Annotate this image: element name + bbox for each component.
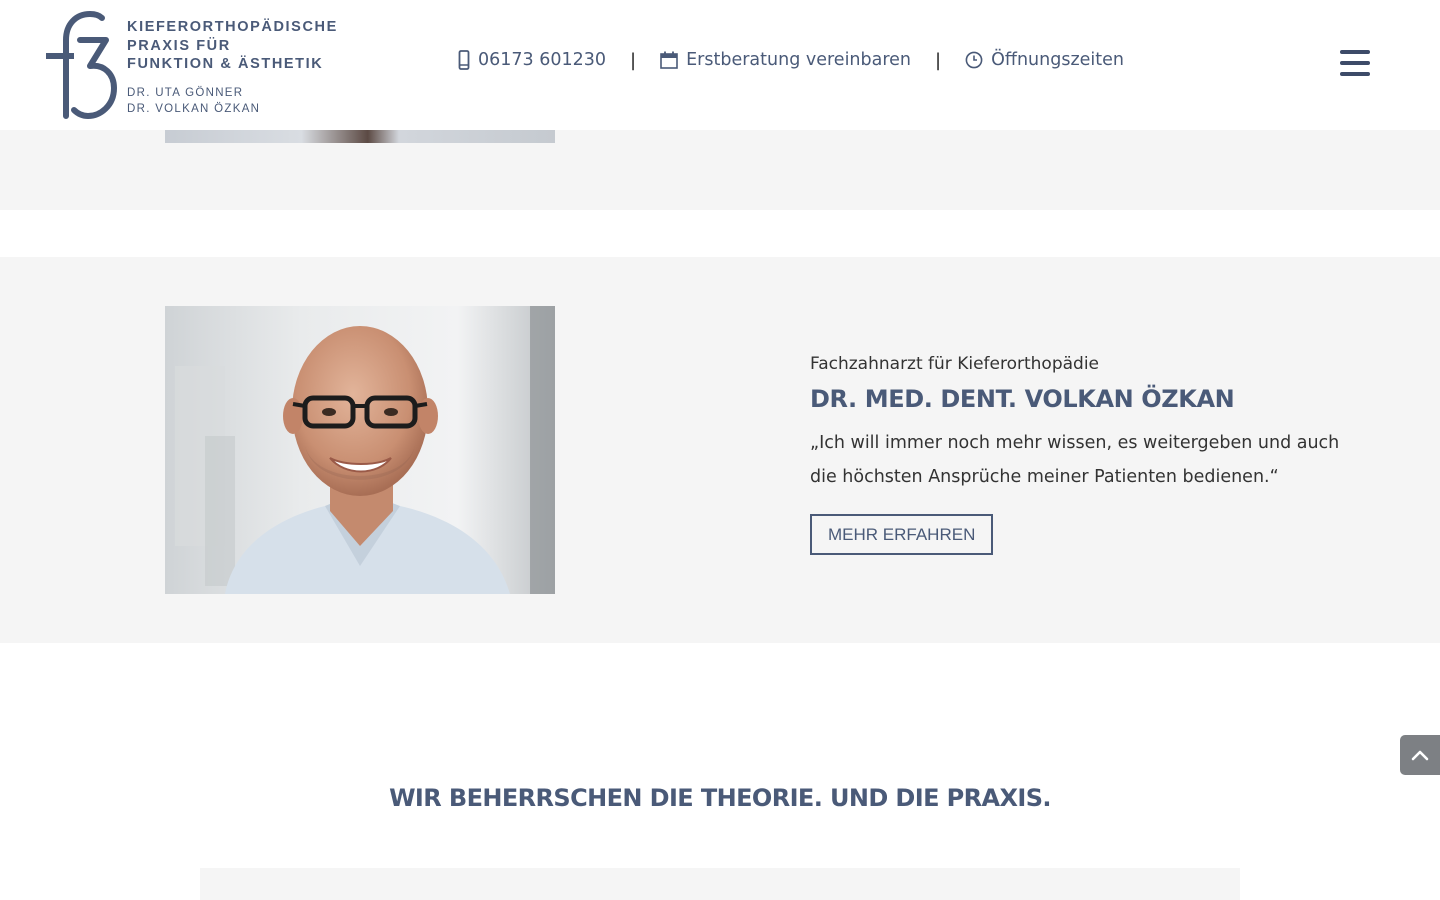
content-box <box>200 868 1240 900</box>
nav-hours-label: Öffnungszeiten <box>991 50 1124 70</box>
nav-separator: | <box>935 49 942 71</box>
nav-phone-label: 06173 601230 <box>478 50 607 70</box>
section-title: WIR BEHERRSCHEN DIE THEORIE. UND DIE PRA… <box>389 784 1051 812</box>
more-info-button[interactable]: MEHR ERFAHREN <box>810 514 994 555</box>
profile-quote: „Ich will immer noch mehr wissen, es wei… <box>810 433 1340 487</box>
top-nav: 06173 601230 | Erstberatung vereinbaren … <box>458 46 1124 74</box>
site-header: KIEFERORTHOPÄDISCHE PRAXIS FÜR FUNKTION … <box>0 0 1440 130</box>
logo[interactable]: KIEFERORTHOPÄDISCHE PRAXIS FÜR FUNKTION … <box>44 10 336 120</box>
hamburger-bar <box>1340 72 1370 76</box>
logo-name-line-3: FUNKTION & ÄSTHETIK <box>127 56 324 72</box>
logo-doctor-2: DR. VOLKAN ÖZKAN <box>127 103 261 115</box>
logo-name-line-1: KIEFERORTHOPÄDISCHE <box>127 19 338 35</box>
nav-phone[interactable]: 06173 601230 <box>458 50 606 70</box>
f3-logo-mark <box>46 10 117 119</box>
calendar-icon <box>660 51 678 69</box>
back-to-top-button[interactable] <box>1400 735 1440 775</box>
nav-separator: | <box>630 49 637 71</box>
doctor-portrait <box>165 306 555 594</box>
logo-text: KIEFERORTHOPÄDISCHE PRAXIS FÜR FUNKTION … <box>127 18 338 118</box>
nav-hours[interactable]: Öffnungszeiten <box>965 50 1124 70</box>
clock-icon <box>965 51 983 69</box>
logo-doctor-1: DR. UTA GÖNNER <box>127 86 244 99</box>
nav-appointment[interactable]: Erstberatung vereinbaren <box>660 50 911 70</box>
profile-name: DR. MED. DENT. VOLKAN ÖZKAN <box>810 385 1235 413</box>
hamburger-bar <box>1340 61 1370 65</box>
profile-bio: Fachzahnarzt für Kieferorthopädie DR. ME… <box>810 352 1370 555</box>
chevron-up-icon <box>1411 750 1429 761</box>
logo-name-line-2: PRAXIS FÜR <box>127 37 231 54</box>
profile-subtitle: Fachzahnarzt für Kieferorthopädie <box>810 354 1099 374</box>
doctor-portrait-image <box>165 306 555 594</box>
phone-icon <box>458 50 470 70</box>
previous-profile-photo <box>165 130 555 143</box>
hamburger-menu-icon[interactable] <box>1340 50 1370 76</box>
hamburger-bar <box>1340 50 1370 54</box>
nav-appointment-label: Erstberatung vereinbaren <box>686 50 912 70</box>
